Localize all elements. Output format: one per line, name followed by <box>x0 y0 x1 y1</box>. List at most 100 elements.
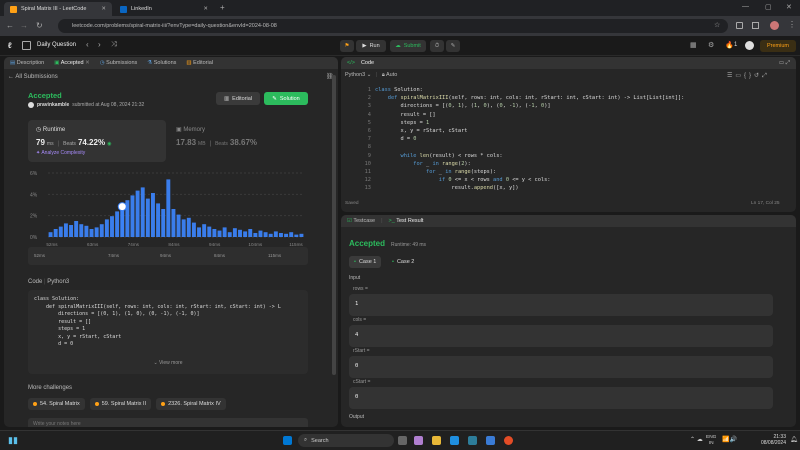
back-icon[interactable]: ← <box>6 21 14 30</box>
chart-bar[interactable] <box>248 229 253 237</box>
chart-bar[interactable] <box>176 214 181 237</box>
chart-bar[interactable] <box>63 223 68 237</box>
chart-bar[interactable] <box>151 193 155 237</box>
close-icon[interactable]: ✕ <box>101 6 106 12</box>
notes-icon[interactable]: ✎ <box>446 40 460 52</box>
field-value-box[interactable]: 1 <box>349 294 773 316</box>
chart-bar[interactable] <box>69 225 73 237</box>
windows-start-icon[interactable] <box>283 436 292 445</box>
chart-bar[interactable] <box>197 227 201 237</box>
chart-bar[interactable] <box>94 227 99 237</box>
mail-icon[interactable] <box>486 436 495 445</box>
next-problem-icon[interactable]: › <box>98 40 101 49</box>
submit-button[interactable]: ☁ Submit <box>390 40 426 52</box>
language-select[interactable]: Python3 ⌄ <box>345 72 371 78</box>
extensions-icon[interactable] <box>736 22 743 29</box>
username[interactable]: pravinkamble <box>37 102 69 108</box>
memory-card[interactable]: ▣ Memory 17.83 MB | Beats 38.67% <box>170 120 308 162</box>
store-icon[interactable] <box>468 436 477 445</box>
maximize-icon[interactable]: ▢ <box>765 3 772 11</box>
chart-bar[interactable] <box>104 219 109 237</box>
problem-list-icon[interactable] <box>22 41 31 50</box>
chart-bar[interactable] <box>130 195 135 237</box>
chart-bar[interactable] <box>253 233 258 237</box>
chart-bar[interactable] <box>99 224 104 237</box>
notifications-icon[interactable]: 🔔︎ <box>790 436 798 443</box>
case-1-tab[interactable]: • Case 1 <box>349 256 382 268</box>
taskbar-search[interactable]: ⌕ Search <box>298 434 394 447</box>
chart-bar[interactable] <box>273 231 278 237</box>
left-scrollbar[interactable] <box>332 75 336 375</box>
challenge-chip[interactable]: 59. Spiral Matrix II <box>89 398 152 410</box>
chart-bar[interactable] <box>232 228 237 237</box>
forward-icon[interactable]: → <box>20 21 28 30</box>
tab-accepted[interactable]: ▣ Accepted ✕ <box>54 60 90 66</box>
chart-range-slider[interactable]: 52ms 74ms 94ms 84ms 115ms <box>28 247 308 265</box>
chart-bar[interactable] <box>227 232 232 237</box>
tab-submissions[interactable]: ◷ Submissions <box>100 60 138 66</box>
field-value-box[interactable]: 0 <box>349 356 773 378</box>
reload-icon[interactable]: ↻ <box>36 21 43 30</box>
chart-bar[interactable] <box>212 229 217 237</box>
challenge-chip[interactable]: 54. Spiral Matrix <box>28 398 85 410</box>
close-window-icon[interactable]: ✕ <box>786 3 792 11</box>
chart-bar[interactable] <box>120 206 125 237</box>
language-indicator[interactable]: ENG IN <box>706 435 716 446</box>
chart-bar[interactable] <box>186 217 191 237</box>
debug-icon[interactable]: ⚑ <box>340 40 354 52</box>
tab-test-result[interactable]: >_ Test Result <box>389 218 424 224</box>
autocomplete-toggle[interactable]: 🔒︎ Auto <box>382 72 398 78</box>
sidebar-icon[interactable] <box>752 22 759 29</box>
profile-avatar[interactable] <box>770 21 779 30</box>
code-editor-text[interactable]: class Solution: def spiralMatrixIII(self… <box>375 86 791 194</box>
file-explorer-icon[interactable] <box>432 436 441 445</box>
clock[interactable]: 21:33 08/08/2024 <box>752 434 786 446</box>
chart-bar[interactable] <box>258 230 263 237</box>
layout-icon[interactable]: ▦ <box>690 41 697 49</box>
edge-icon[interactable] <box>450 436 459 445</box>
notes-input[interactable]: Write your notes here <box>28 418 308 427</box>
case-2-tab[interactable]: • Case 2 <box>387 256 419 268</box>
leetcode-logo-icon[interactable]: ℓ <box>8 41 12 50</box>
your-submission-marker[interactable] <box>117 202 127 212</box>
chart-bar[interactable] <box>48 232 53 237</box>
daily-question-label[interactable]: Daily Question <box>37 42 76 48</box>
field-value-box[interactable]: 0 <box>349 387 773 409</box>
all-submissions-link[interactable]: ← All Submissions <box>8 74 58 80</box>
chart-bar[interactable] <box>238 229 242 237</box>
field-value-box[interactable]: 4 <box>349 325 773 347</box>
chart-bar[interactable] <box>145 198 150 237</box>
runtime-card[interactable]: ◷ Runtime 79 ms | Beats 74.22% ◉ ✦ Analy… <box>28 120 166 162</box>
chart-bar[interactable] <box>202 224 207 237</box>
chart-bar[interactable] <box>84 225 89 237</box>
timer-icon[interactable]: ⏱ <box>430 40 444 52</box>
chart-bar[interactable] <box>79 224 84 237</box>
url-field[interactable]: leetcode.com/problems/spiral-matrix-iii/… <box>58 19 728 33</box>
chart-bar[interactable] <box>89 229 94 237</box>
prev-problem-icon[interactable]: ‹ <box>86 40 89 49</box>
tab-solutions[interactable]: ⚗ Solutions <box>147 60 176 66</box>
streak-fire-icon[interactable]: 🔥 <box>725 41 734 49</box>
chart-bar[interactable] <box>289 232 294 237</box>
settings-gear-icon[interactable]: ⚙ <box>708 41 714 49</box>
view-more-button[interactable]: ⌄ View more <box>28 360 308 366</box>
chart-bar[interactable] <box>299 233 304 237</box>
chart-bar[interactable] <box>263 232 268 237</box>
analyze-complexity-link[interactable]: ✦ Analyze Complexity <box>36 150 85 156</box>
chart-bar[interactable] <box>207 226 212 237</box>
browser-menu-icon[interactable]: ⋮ <box>788 20 796 29</box>
browser-tab-leetcode[interactable]: Spiral Matrix III - LeetCode ✕ <box>4 2 112 16</box>
chrome-icon[interactable] <box>504 436 513 445</box>
chart-bar[interactable] <box>135 190 140 237</box>
tray-icons[interactable]: ⌃ ☁ <box>690 436 703 443</box>
challenge-chip[interactable]: 2326. Spiral Matrix IV <box>156 398 226 410</box>
chart-bar[interactable] <box>156 203 161 237</box>
run-button[interactable]: ▶ Run <box>356 40 386 52</box>
editorial-button[interactable]: ▥ Editorial <box>216 92 260 105</box>
bookmark-star-icon[interactable]: ☆ <box>714 21 720 29</box>
chart-bar[interactable] <box>140 187 145 237</box>
solution-button[interactable]: ✎ Solution <box>264 92 308 105</box>
shuffle-icon[interactable]: ⤨ <box>111 41 117 49</box>
user-avatar[interactable] <box>745 41 754 50</box>
chart-bar[interactable] <box>110 216 114 237</box>
